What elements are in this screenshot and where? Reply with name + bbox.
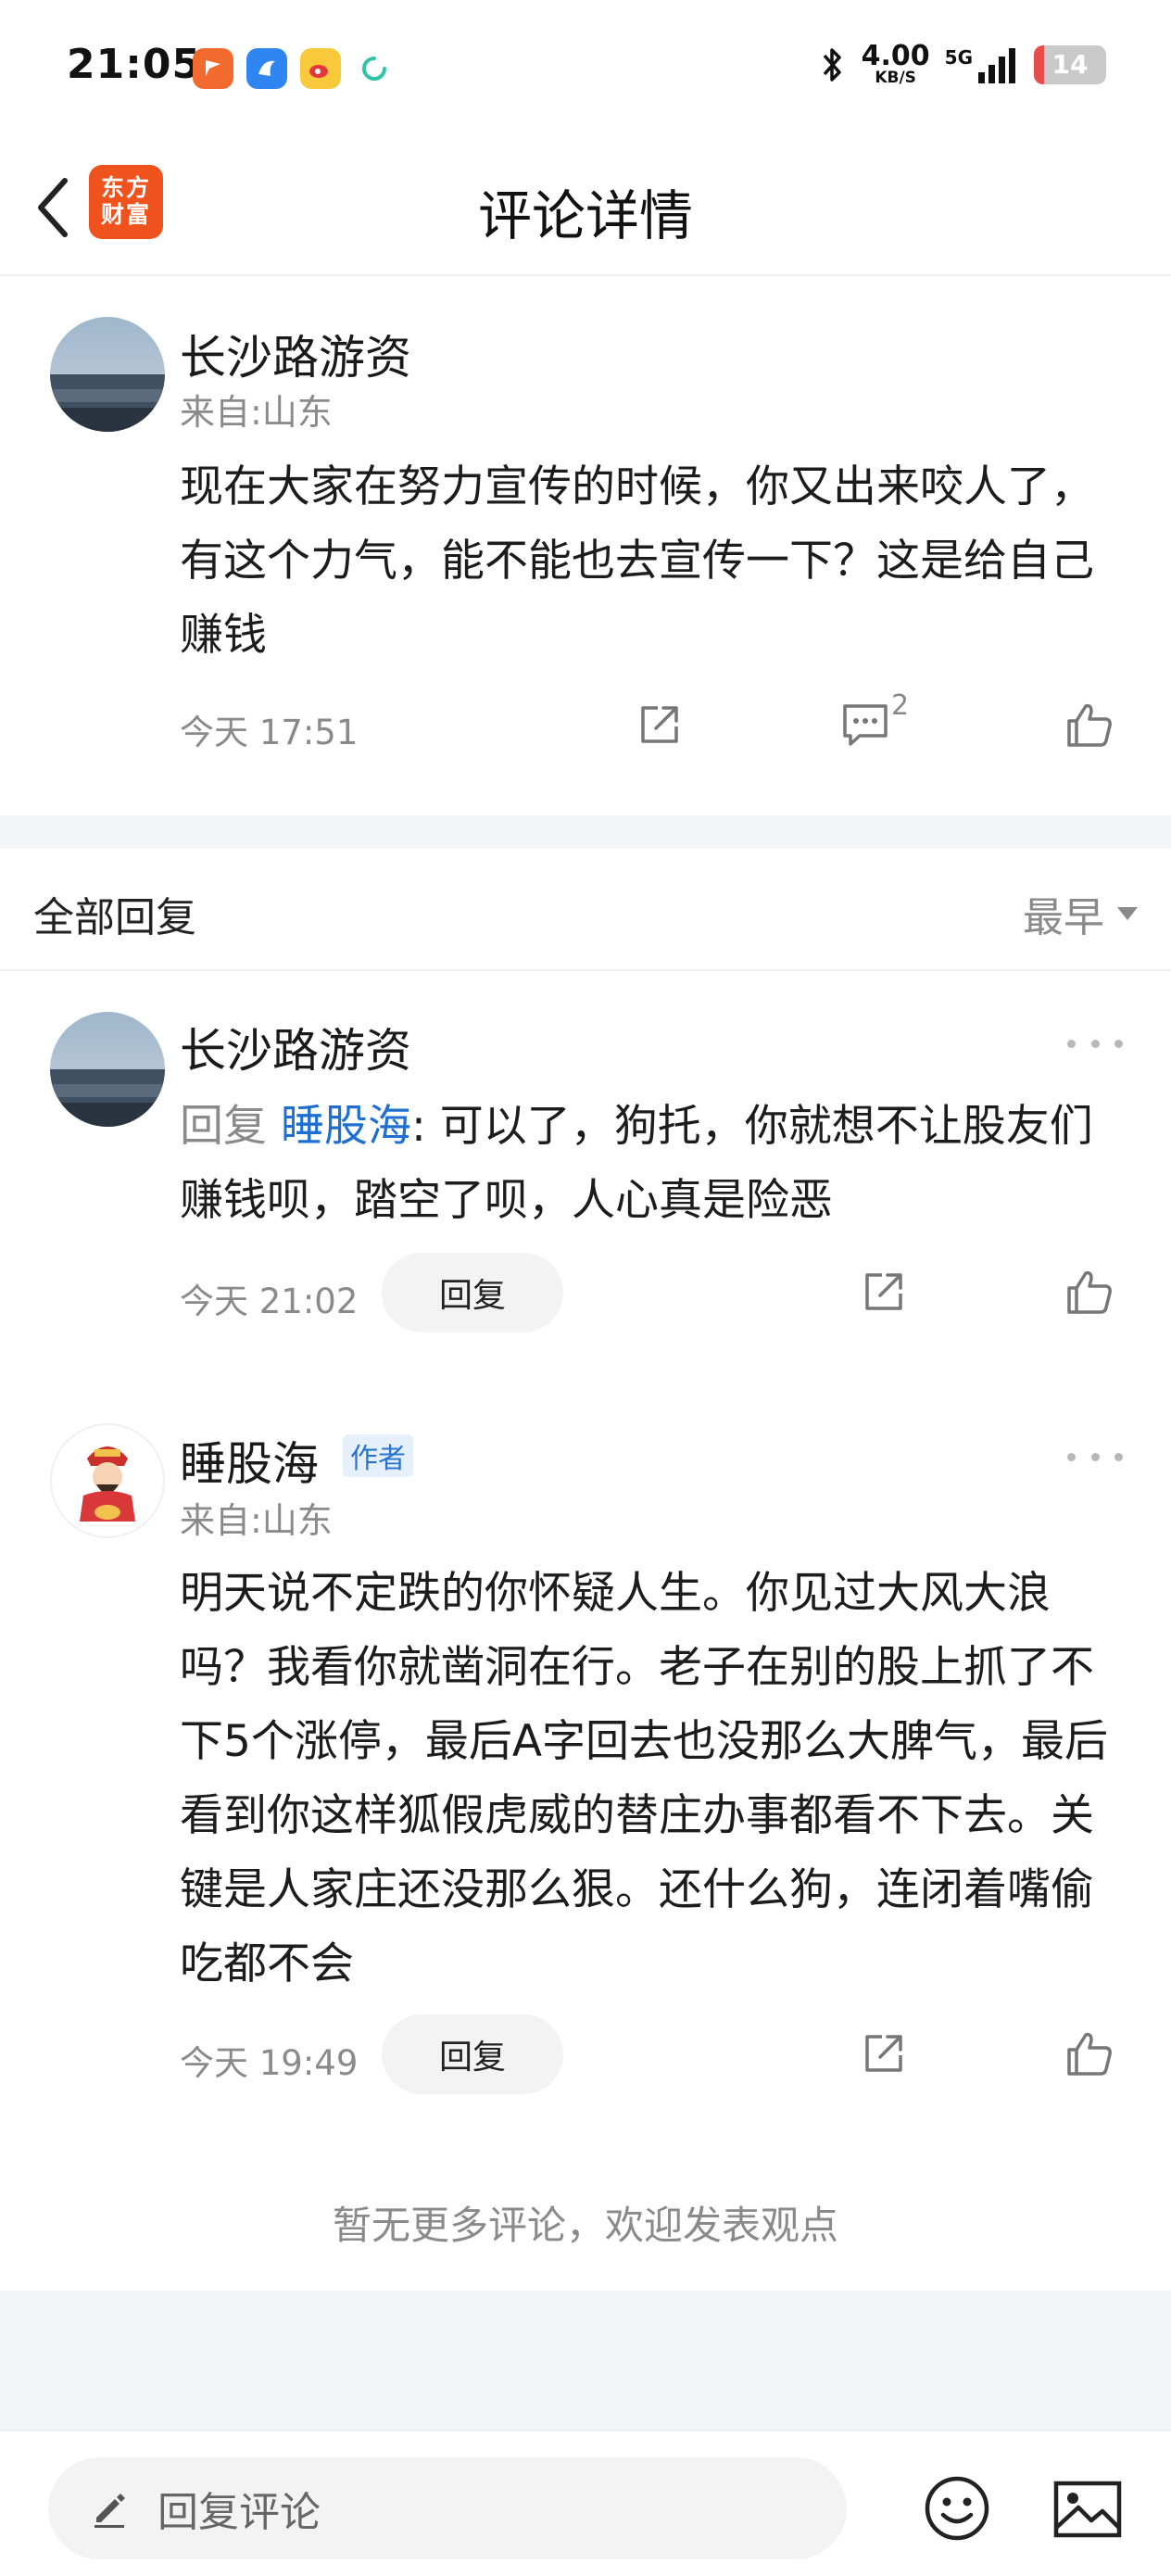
bird-app-icon (246, 48, 287, 89)
sort-label: 最早 (1023, 894, 1104, 941)
bluetooth-icon (823, 47, 841, 82)
reply-prefix: 回复 (180, 1101, 281, 1152)
like-button[interactable] (1060, 695, 1119, 754)
reply-count: 2 (891, 689, 910, 722)
share-icon (641, 706, 678, 743)
replies-header: 全部回复 最早 (0, 849, 1171, 971)
pencil-icon (94, 2494, 125, 2528)
reply-comment-input[interactable]: 回复评论 (48, 2457, 847, 2559)
seascape-avatar-icon (50, 317, 165, 432)
caret-down-icon (1117, 907, 1138, 920)
comment-time: 今天 17:51 (180, 713, 359, 752)
more-dot-icon (1067, 1039, 1076, 1048)
share-button[interactable] (854, 1262, 913, 1321)
avatar[interactable] (50, 1423, 165, 1538)
comment-location: 来自:山东 (180, 392, 333, 433)
network-speed: 4.00 KB/S (862, 43, 930, 86)
reply-time: 今天 21:02 (180, 1282, 359, 1321)
comment-icon (843, 704, 888, 746)
image-button[interactable] (1052, 2480, 1123, 2539)
flag-app-icon (193, 48, 233, 89)
like-button[interactable] (1060, 1262, 1119, 1321)
comment-button[interactable] (836, 695, 895, 754)
replies-title: 全部回复 (33, 894, 196, 941)
notification-icons (193, 48, 395, 89)
status-bar: 21:05 4.00 KB/S 5G 14 (0, 0, 1171, 139)
reply-username[interactable]: 长沙路游资 (180, 1014, 411, 1080)
more-dot-icon (1114, 1039, 1123, 1048)
reply-username[interactable]: 睡股海 (180, 1427, 319, 1494)
more-options-button[interactable] (1067, 1025, 1123, 1062)
seascape-avatar-icon (50, 1012, 165, 1127)
network-type: 5G (944, 45, 973, 69)
battery-value: 14 (1051, 49, 1089, 80)
reply-time: 今天 19:49 (180, 2043, 359, 2083)
thumbs-up-icon (1067, 1270, 1112, 1314)
more-dot-icon (1090, 1452, 1100, 1461)
avatar[interactable] (50, 317, 165, 432)
avatar[interactable] (50, 1012, 165, 1127)
bottom-input-bar: 回复评论 (0, 2430, 1171, 2576)
fortune-god-avatar-icon (52, 1425, 163, 1536)
reply-button[interactable]: 回复 (382, 2014, 563, 2094)
more-dot-icon (1114, 1452, 1123, 1461)
signal-bars-icon (978, 47, 1015, 83)
reply-content: 回复 睡股海: 可以了，狗托，你就想不让股友们赚钱呗，踏空了呗，人心真是险恶 (180, 1090, 1115, 1238)
reply-target-user[interactable]: 睡股海 (281, 1101, 411, 1152)
main-comment: 长沙路游资 来自:山东 现在大家在努力宣传的时候，你又出来咬人了，有这个力气，能… (0, 276, 1171, 815)
image-icon (1053, 2481, 1122, 2538)
share-button[interactable] (854, 2024, 913, 2083)
system-icons: 4.00 KB/S 5G 14 (819, 43, 1106, 86)
reply-input-placeholder: 回复评论 (157, 2489, 321, 2536)
sort-dropdown[interactable]: 最早 (1023, 884, 1138, 943)
smiley-icon (925, 2476, 989, 2541)
share-icon (865, 1273, 902, 1310)
bottom-spacer (0, 2291, 1171, 2430)
reply-location: 来自:山东 (180, 1500, 333, 1541)
weibo-icon (300, 48, 341, 89)
share-button[interactable] (630, 695, 689, 754)
comment-username[interactable]: 长沙路游资 (180, 321, 411, 387)
share-icon (865, 2035, 902, 2072)
battery-indicator: 14 (1034, 44, 1106, 84)
reply-content: 明天说不定跌的你怀疑人生。你见过大风大浪吗？我看你就凿洞在行。老子在别的股上抓了… (180, 1568, 1109, 1989)
more-options-button[interactable] (1067, 1438, 1123, 1475)
network-speed-unit: KB/S (875, 69, 916, 87)
thumbs-up-icon (1067, 703, 1112, 747)
thumbs-up-icon (1067, 2032, 1112, 2076)
page-title: 评论详情 (477, 184, 693, 247)
signal-indicator: 5G (945, 46, 1019, 83)
emoji-button[interactable] (923, 2474, 991, 2543)
reply-button[interactable]: 回复 (382, 1253, 563, 1332)
more-dot-icon (1090, 1039, 1100, 1048)
battery-level (1034, 44, 1044, 84)
status-time: 21:05 (67, 41, 202, 88)
section-divider (0, 815, 1171, 849)
author-badge: 作者 (343, 1434, 413, 1477)
nav-bar: 东方 财富 评论详情 (0, 139, 1171, 276)
more-dot-icon (1067, 1452, 1076, 1461)
like-button[interactable] (1060, 2024, 1119, 2083)
comment-content: 现在大家在努力宣传的时候，你又出来咬人了，有这个力气，能不能也去宣传一下？这是给… (180, 461, 1094, 661)
network-speed-value: 4.00 (861, 40, 930, 72)
loading-icon (354, 48, 395, 89)
no-more-comments-note: 暂无更多评论，欢迎发表观点 (332, 2203, 838, 2248)
